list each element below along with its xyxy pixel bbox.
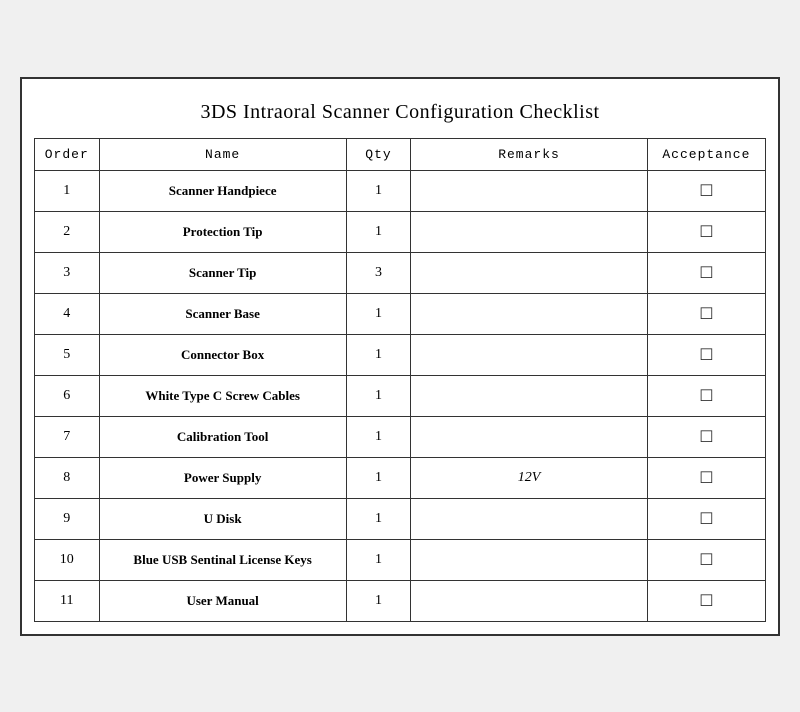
table-row: 3Scanner Tip3 ☐ xyxy=(35,252,766,293)
cell-qty: 3 xyxy=(346,252,411,293)
cell-qty: 1 xyxy=(346,293,411,334)
cell-name: Blue USB Sentinal License Keys xyxy=(99,539,346,580)
cell-qty: 1 xyxy=(346,334,411,375)
col-header-acceptance: Acceptance xyxy=(647,138,765,170)
cell-acceptance[interactable]: ☐ xyxy=(647,293,765,334)
cell-remarks xyxy=(411,334,648,375)
cell-acceptance[interactable]: ☐ xyxy=(647,375,765,416)
cell-order: 11 xyxy=(35,580,100,621)
table-row: 4Scanner Base1 ☐ xyxy=(35,293,766,334)
cell-acceptance[interactable]: ☐ xyxy=(647,211,765,252)
col-header-name: Name xyxy=(99,138,346,170)
cell-acceptance[interactable]: ☐ xyxy=(647,580,765,621)
col-header-order: Order xyxy=(35,138,100,170)
cell-qty: 1 xyxy=(346,580,411,621)
cell-order: 4 xyxy=(35,293,100,334)
cell-order: 5 xyxy=(35,334,100,375)
table-row: 1Scanner Handpiece1 ☐ xyxy=(35,170,766,211)
table-row: 5Connector Box1 ☐ xyxy=(35,334,766,375)
cell-order: 2 xyxy=(35,211,100,252)
cell-qty: 1 xyxy=(346,457,411,498)
cell-name: Power Supply xyxy=(99,457,346,498)
cell-order: 7 xyxy=(35,416,100,457)
cell-qty: 1 xyxy=(346,416,411,457)
cell-remarks: 12V xyxy=(411,457,648,498)
table-row: 11User Manual1 ☐ xyxy=(35,580,766,621)
page-title: 3DS Intraoral Scanner Configuration Chec… xyxy=(34,91,766,138)
cell-name: User Manual xyxy=(99,580,346,621)
cell-remarks xyxy=(411,580,648,621)
cell-qty: 1 xyxy=(346,211,411,252)
cell-qty: 1 xyxy=(346,498,411,539)
cell-remarks xyxy=(411,539,648,580)
cell-qty: 1 xyxy=(346,539,411,580)
cell-order: 10 xyxy=(35,539,100,580)
cell-acceptance[interactable]: ☐ xyxy=(647,334,765,375)
cell-order: 1 xyxy=(35,170,100,211)
cell-name: Scanner Handpiece xyxy=(99,170,346,211)
cell-name: White Type C Screw Cables xyxy=(99,375,346,416)
cell-order: 8 xyxy=(35,457,100,498)
cell-name: Connector Box xyxy=(99,334,346,375)
cell-order: 3 xyxy=(35,252,100,293)
table-row: 7Calibration Tool1 ☐ xyxy=(35,416,766,457)
cell-remarks xyxy=(411,498,648,539)
cell-acceptance[interactable]: ☐ xyxy=(647,539,765,580)
col-header-qty: Qty xyxy=(346,138,411,170)
cell-order: 6 xyxy=(35,375,100,416)
cell-remarks xyxy=(411,170,648,211)
cell-remarks xyxy=(411,211,648,252)
table-row: 8Power Supply112V☐ xyxy=(35,457,766,498)
table-row: 2Protection Tip1 ☐ xyxy=(35,211,766,252)
table-row: 9U Disk1 ☐ xyxy=(35,498,766,539)
cell-order: 9 xyxy=(35,498,100,539)
cell-remarks xyxy=(411,375,648,416)
cell-qty: 1 xyxy=(346,170,411,211)
table-row: 10Blue USB Sentinal License Keys1 ☐ xyxy=(35,539,766,580)
cell-remarks xyxy=(411,252,648,293)
cell-name: U Disk xyxy=(99,498,346,539)
cell-qty: 1 xyxy=(346,375,411,416)
cell-name: Calibration Tool xyxy=(99,416,346,457)
cell-remarks xyxy=(411,416,648,457)
table-row: 6White Type C Screw Cables1 ☐ xyxy=(35,375,766,416)
cell-name: Scanner Tip xyxy=(99,252,346,293)
col-header-remarks: Remarks xyxy=(411,138,648,170)
cell-remarks xyxy=(411,293,648,334)
cell-acceptance[interactable]: ☐ xyxy=(647,457,765,498)
checklist-table: Order Name Qty Remarks Acceptance 1Scann… xyxy=(34,138,766,622)
cell-acceptance[interactable]: ☐ xyxy=(647,498,765,539)
cell-acceptance[interactable]: ☐ xyxy=(647,170,765,211)
checklist-container: 3DS Intraoral Scanner Configuration Chec… xyxy=(20,77,780,636)
cell-name: Scanner Base xyxy=(99,293,346,334)
cell-acceptance[interactable]: ☐ xyxy=(647,416,765,457)
cell-acceptance[interactable]: ☐ xyxy=(647,252,765,293)
cell-name: Protection Tip xyxy=(99,211,346,252)
